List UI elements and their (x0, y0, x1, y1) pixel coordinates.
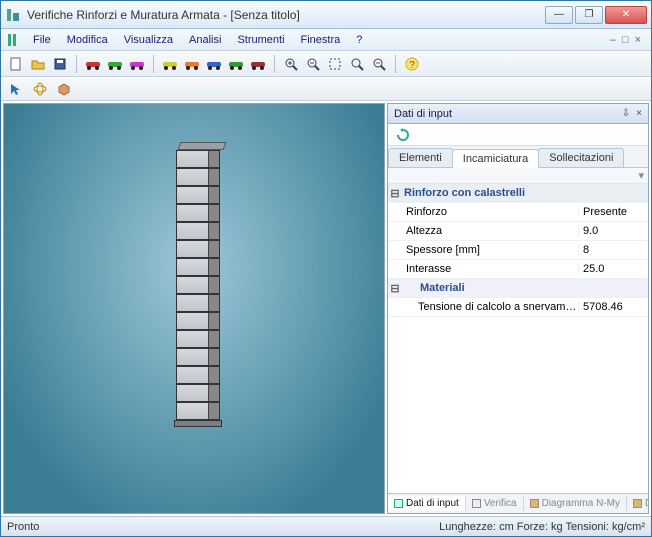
mdi-restore-button[interactable]: □ (622, 34, 629, 46)
panel-bottom-tabs: Dati di input Verifica Diagramma N-My Di… (388, 493, 648, 513)
pin-icon[interactable]: ⇩ (622, 108, 630, 119)
zoom-window-icon[interactable] (326, 55, 344, 73)
collapse-icon[interactable]: ⊟ (388, 187, 402, 200)
refresh-icon[interactable] (394, 126, 412, 144)
zoom-fit-icon[interactable] (348, 55, 366, 73)
menu-strumenti[interactable]: Strumenti (229, 32, 292, 48)
group-rinforzo[interactable]: ⊟ Rinforzo con calastrelli (388, 184, 648, 203)
property-grid: ▾ ⊟ Rinforzo con calastrelli Rinforzo Pr… (388, 168, 648, 493)
3d-viewport[interactable] (3, 103, 385, 514)
panel-titlebar[interactable]: Dati di input ⇩ × (388, 104, 648, 124)
car-icon-7[interactable] (227, 55, 245, 73)
titlebar[interactable]: Verifiche Rinforzi e Muratura Armata - [… (1, 1, 651, 29)
row-rinforzo[interactable]: Rinforzo Presente (388, 203, 648, 222)
tab-elementi[interactable]: Elementi (388, 148, 453, 167)
save-icon[interactable] (51, 55, 69, 73)
new-icon[interactable] (7, 55, 25, 73)
zoom-in-icon[interactable] (282, 55, 300, 73)
menu-visualizza[interactable]: Visualizza (116, 32, 181, 48)
panel-close-icon[interactable]: × (636, 108, 642, 119)
minimize-button[interactable]: — (545, 6, 573, 24)
close-button[interactable]: ✕ (605, 6, 647, 24)
btab-diagramma-nmy[interactable]: Diagramma N-My (524, 496, 627, 511)
car-icon-4[interactable] (161, 55, 179, 73)
mdi-minimize-button[interactable]: – (610, 34, 616, 46)
select-icon[interactable] (7, 80, 25, 98)
app-icon (5, 7, 21, 23)
view-3d-icon[interactable] (31, 80, 49, 98)
menu-file[interactable]: File (25, 32, 59, 48)
collapse-icon[interactable]: ⊟ (388, 282, 402, 295)
window-title: Verifiche Rinforzi e Muratura Armata - [… (27, 8, 543, 22)
btab-diagramma-nmz[interactable]: Diagramma N-Mz (627, 496, 648, 511)
client-area: Dati di input ⇩ × Elementi Incamiciatura… (1, 101, 651, 516)
menubar: File Modifica Visualizza Analisi Strumen… (1, 29, 651, 51)
mdi-close-button[interactable]: × (635, 34, 641, 46)
object-icon[interactable] (55, 80, 73, 98)
row-spessore[interactable]: Spessore [mm] 8 (388, 241, 648, 260)
svg-text:?: ? (409, 60, 415, 71)
car-icon-5[interactable] (183, 55, 201, 73)
help-icon[interactable]: ? (403, 55, 421, 73)
group-materiali[interactable]: ⊟ Materiali (388, 279, 648, 298)
row-altezza[interactable]: Altezza 9.0 (388, 222, 648, 241)
column-model (176, 142, 225, 427)
status-left: Pronto (7, 521, 39, 533)
btab-dati-input[interactable]: Dati di input (388, 496, 466, 511)
input-data-panel: Dati di input ⇩ × Elementi Incamiciatura… (387, 103, 649, 514)
statusbar: Pronto Lunghezze: cm Forze: kg Tensioni:… (1, 516, 651, 536)
panel-title-text: Dati di input (394, 108, 452, 120)
app-menu-icon (5, 32, 21, 48)
menu-help[interactable]: ? (348, 32, 370, 48)
car-icon-2[interactable] (106, 55, 124, 73)
menu-finestra[interactable]: Finestra (293, 32, 349, 48)
menu-modifica[interactable]: Modifica (59, 32, 116, 48)
car-icon-6[interactable] (205, 55, 223, 73)
property-tabs: Elementi Incamiciatura Sollecitazioni (388, 146, 648, 168)
car-icon-8[interactable] (249, 55, 267, 73)
car-icon-3[interactable] (128, 55, 146, 73)
car-icon-1[interactable] (84, 55, 102, 73)
tab-sollecitazioni[interactable]: Sollecitazioni (538, 148, 624, 167)
zoom-out-icon[interactable] (304, 55, 322, 73)
menu-analisi[interactable]: Analisi (181, 32, 229, 48)
app-window: Verifiche Rinforzi e Muratura Armata - [… (0, 0, 652, 537)
open-icon[interactable] (29, 55, 47, 73)
main-toolbar: ? (1, 51, 651, 77)
panel-toolbar (388, 124, 648, 146)
row-interasse[interactable]: Interasse 25.0 (388, 260, 648, 279)
expand-toggle[interactable]: ▾ (388, 168, 648, 184)
row-tensione[interactable]: Tensione di calcolo a snervamento dell'a… (388, 298, 648, 317)
secondary-toolbar (1, 77, 651, 101)
btab-verifica[interactable]: Verifica (466, 496, 524, 511)
tab-incamiciatura[interactable]: Incamiciatura (452, 149, 539, 168)
maximize-button[interactable]: ❐ (575, 6, 603, 24)
zoom-prev-icon[interactable] (370, 55, 388, 73)
status-right: Lunghezze: cm Forze: kg Tensioni: kg/cm² (439, 521, 645, 533)
